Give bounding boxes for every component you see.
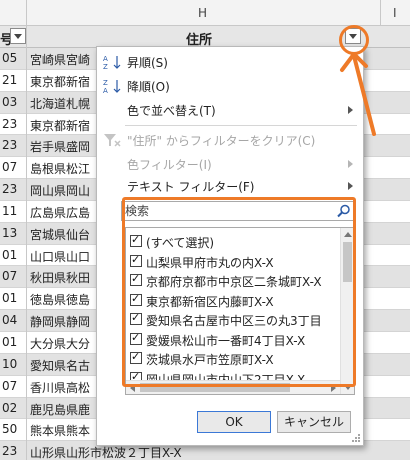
svg-text:Z: Z (103, 63, 108, 70)
resize-grip-icon[interactable] (351, 433, 361, 443)
address-cell[interactable]: 東京都新宿 (30, 73, 90, 90)
address-cell[interactable]: 岡山県岡山 (30, 182, 90, 199)
address-cell[interactable]: 大分県大分 (30, 335, 90, 352)
row-number-cell[interactable]: 07 (2, 269, 17, 283)
row-number-cell[interactable]: 23 (2, 182, 17, 196)
address-cell[interactable]: 熊本県熊本 (30, 422, 90, 439)
row-number-cell[interactable]: 02 (2, 401, 17, 415)
column-header-bar: H I (0, 0, 410, 26)
row-number-cell[interactable]: 23 (2, 117, 17, 131)
menu-item-color-filter: 色フィルター(I) (97, 153, 363, 175)
address-cell[interactable]: 宮崎県宮崎 (30, 51, 90, 68)
menu-item-label: 色で並べ替え(T) (127, 104, 216, 118)
menu-item-label: テキスト フィルター(F) (127, 180, 255, 194)
menu-item-sort-descending[interactable]: ZA 降順(O) (97, 75, 363, 97)
column-separator (26, 0, 27, 26)
address-cell[interactable]: 鹿児島県鹿 (30, 401, 90, 418)
address-cell[interactable]: 岩手県盛岡 (30, 138, 90, 155)
dropdown-arrow-icon[interactable] (10, 28, 26, 44)
menu-item-sort-by-color[interactable]: 色で並べ替え(T) (97, 99, 363, 121)
menu-item-text-filter[interactable]: テキスト フィルター(F) (97, 175, 363, 197)
address-cell[interactable]: 山形県山形市松波２丁目X-X (30, 444, 182, 460)
sort-asc-icon: AZ (103, 54, 123, 71)
submenu-arrow-icon (348, 182, 353, 190)
column-separator (380, 0, 381, 26)
row-number-cell[interactable]: 01 (2, 335, 17, 349)
address-cell[interactable]: 静岡県静岡 (30, 313, 90, 330)
menu-item-label: "住所" からフィルターをクリア(C) (127, 134, 316, 148)
menu-item-sort-ascending[interactable]: AZ 昇順(S) (97, 51, 363, 73)
column-divider (26, 26, 27, 460)
svg-text:Z: Z (103, 79, 108, 87)
row-number-cell[interactable]: 13 (2, 226, 17, 240)
annotation-arrow-icon (340, 52, 376, 136)
row-number-cell[interactable]: 10 (2, 357, 17, 371)
menu-item-label: 色フィルター(I) (127, 158, 212, 172)
menu-item-label: 昇順(S) (127, 56, 168, 70)
row-number-cell[interactable]: 23 (2, 444, 17, 458)
row-number-cell[interactable]: 05 (2, 51, 17, 65)
row-number-cell[interactable]: 01 (2, 248, 17, 262)
address-cell[interactable]: 東京都新宿 (30, 117, 90, 134)
menu-separator (125, 125, 357, 126)
address-cell[interactable]: 山口県山口 (30, 248, 90, 265)
row-number-cell[interactable]: 50 (2, 422, 17, 436)
address-cell[interactable]: 北海道札幌 (30, 95, 90, 112)
row-number-cell[interactable]: 01 (2, 291, 17, 305)
highlight-box (122, 197, 356, 387)
address-cell[interactable]: 秋田県秋田 (30, 269, 90, 286)
menu-item-label: 降順(O) (127, 80, 170, 94)
column-h-label[interactable]: H (198, 6, 207, 20)
row-number-cell[interactable]: 21 (2, 73, 17, 87)
submenu-arrow-icon (348, 160, 353, 168)
address-cell[interactable]: 島根県松江 (30, 160, 90, 177)
filter-clear-icon (103, 132, 123, 148)
cancel-button[interactable]: キャンセル (277, 411, 351, 433)
row-number-cell[interactable]: 07 (2, 160, 17, 174)
address-cell[interactable]: 徳島県徳島 (30, 291, 90, 308)
row-number-cell[interactable]: 03 (2, 95, 17, 109)
sort-desc-icon: ZA (103, 78, 123, 95)
ok-button[interactable]: OK (197, 411, 271, 433)
row-number-cell[interactable]: 23 (2, 138, 17, 152)
address-cell[interactable]: 香川県高松 (30, 379, 90, 396)
menu-item-clear-filter: "住所" からフィルターをクリア(C) (97, 129, 363, 151)
row-number-cell[interactable]: 04 (2, 313, 17, 327)
row-number-cell[interactable]: 11 (2, 204, 17, 218)
address-cell[interactable]: 広島県広島 (30, 204, 90, 221)
svg-text:A: A (103, 55, 108, 63)
row-number-cell[interactable]: 07 (2, 379, 17, 393)
svg-text:A: A (103, 87, 108, 94)
address-cell[interactable]: 愛知県名古 (30, 357, 90, 374)
column-i-label[interactable]: I (393, 6, 397, 20)
address-cell[interactable]: 宮城県仙台 (30, 226, 90, 243)
